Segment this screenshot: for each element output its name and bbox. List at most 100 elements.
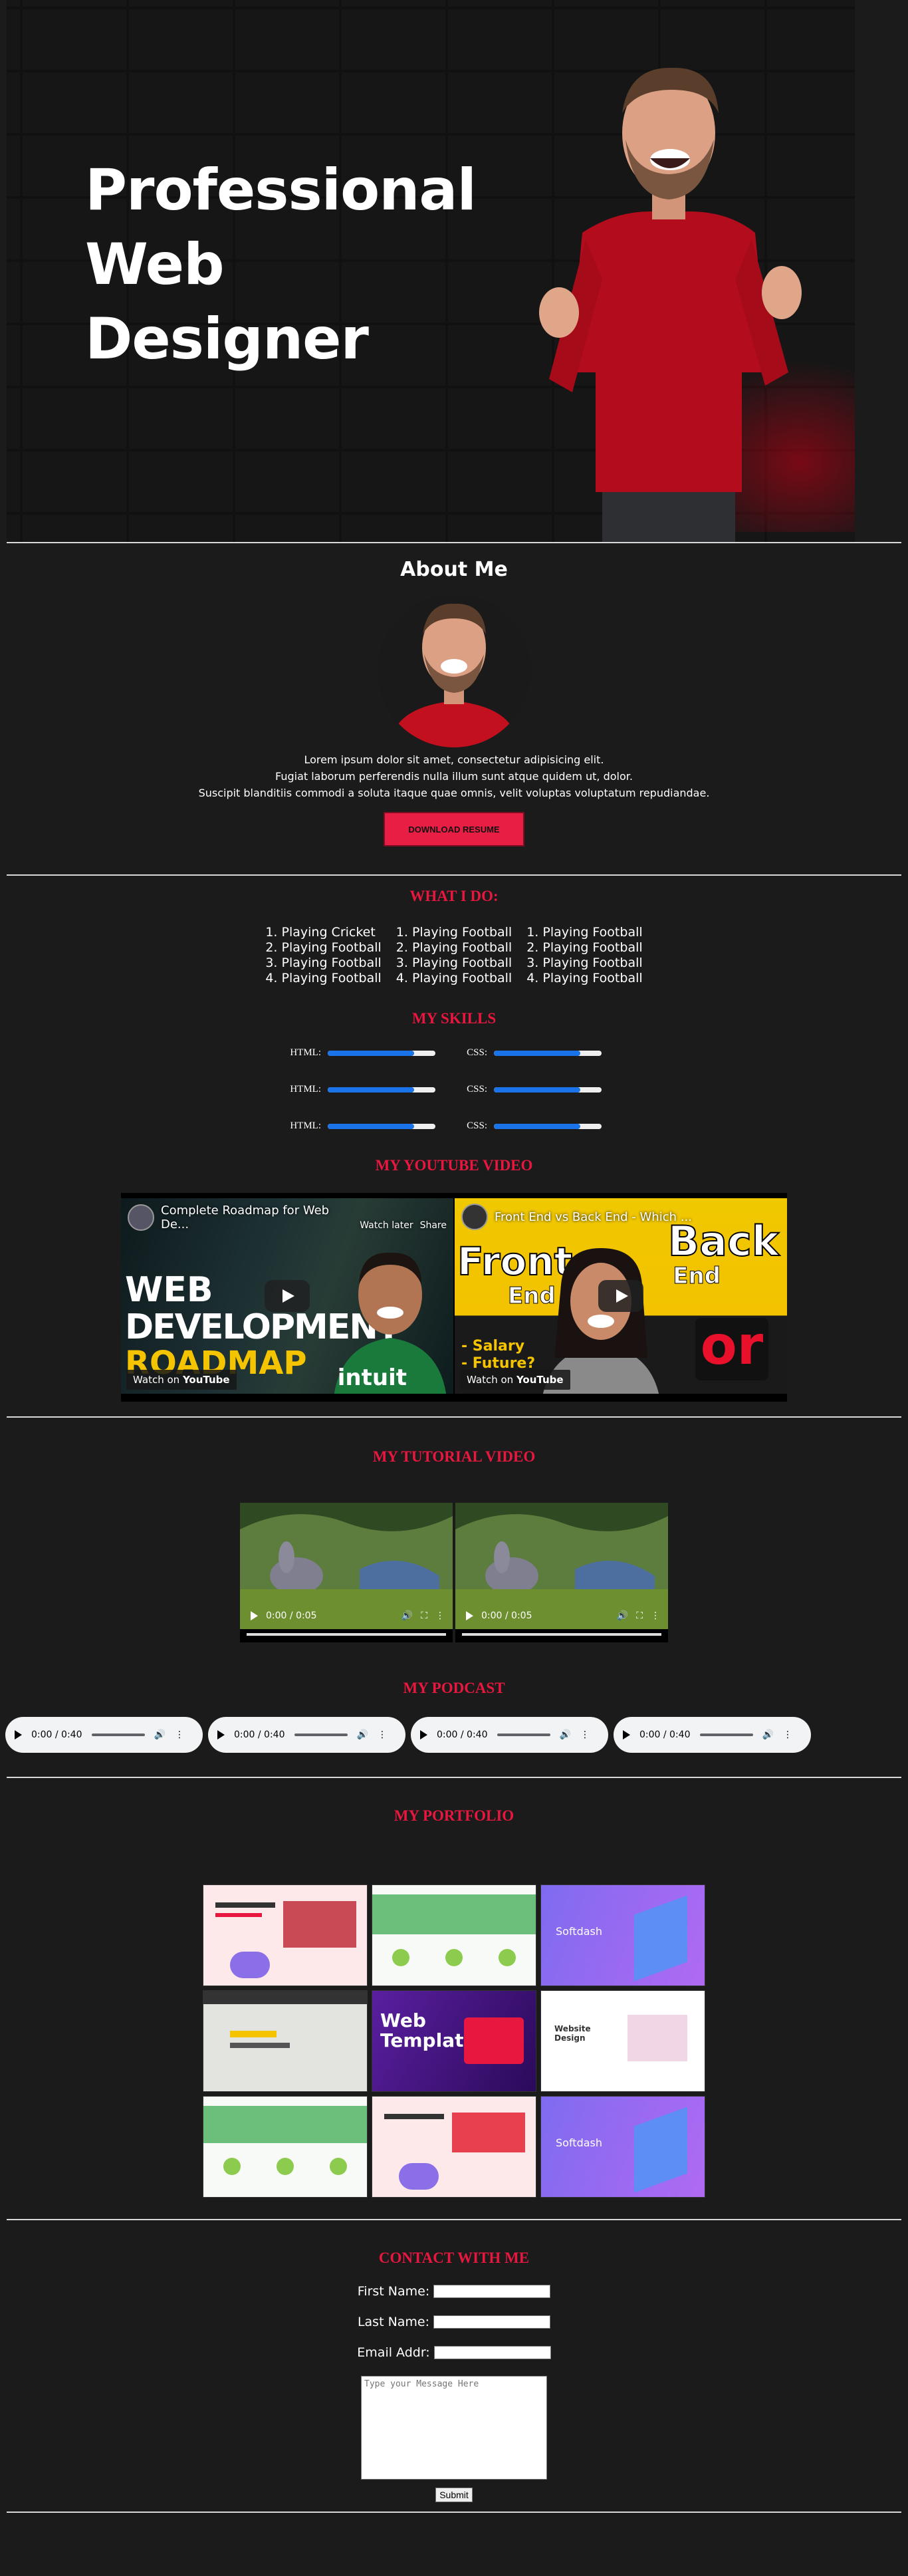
portfolio-item[interactable] bbox=[372, 1884, 536, 1986]
audio-seek-bar[interactable] bbox=[699, 1734, 753, 1736]
thumbnail-text: or bbox=[700, 1315, 764, 1376]
play-icon[interactable] bbox=[217, 1730, 225, 1739]
portfolio-item[interactable] bbox=[203, 2096, 368, 2198]
portfolio-label: Web Template bbox=[380, 2009, 477, 2051]
podcast-section: MY PODCAST 0:00 / 0:40 🔊 ⋮ 0:00 / 0:40 🔊… bbox=[0, 1680, 908, 1753]
skill-label: HTML: bbox=[290, 1084, 321, 1095]
skill-label: HTML: bbox=[290, 1120, 321, 1131]
play-icon[interactable] bbox=[15, 1730, 22, 1739]
list-item: 4. Playing Football bbox=[265, 971, 382, 985]
youtube-section: MY YOUTUBE VIDEO Complete Roadmap for We… bbox=[0, 1157, 908, 1402]
play-icon[interactable] bbox=[623, 1730, 630, 1739]
download-resume-button[interactable]: DOWNLOAD RESUME bbox=[384, 812, 524, 846]
portfolio-label: Softdash bbox=[556, 1925, 603, 1938]
youtube-play-button[interactable] bbox=[598, 1280, 643, 1312]
portfolio-item[interactable]: Softdash bbox=[540, 1884, 705, 1986]
thumbnail-text: End bbox=[673, 1263, 721, 1289]
skill-progress-fill bbox=[494, 1123, 580, 1129]
more-options-icon[interactable]: ⋮ bbox=[783, 1730, 792, 1740]
watch-on-label: Watch on bbox=[133, 1374, 180, 1386]
list-item: 2. Playing Football bbox=[396, 940, 512, 955]
submit-button[interactable]: Submit bbox=[435, 2488, 473, 2502]
message-field[interactable] bbox=[361, 2376, 547, 2480]
volume-icon[interactable]: 🔊 bbox=[617, 1610, 628, 1621]
play-icon[interactable] bbox=[251, 1611, 258, 1620]
play-icon[interactable] bbox=[466, 1611, 473, 1620]
share-button[interactable]: Share bbox=[420, 1220, 447, 1231]
more-options-icon[interactable]: ⋮ bbox=[435, 1610, 445, 1621]
portfolio-item[interactable]: Web Template bbox=[372, 1990, 536, 2092]
more-options-icon[interactable]: ⋮ bbox=[651, 1610, 660, 1621]
hero-title: Professional Web Designer bbox=[85, 153, 477, 376]
activity-list: 1. Playing Football 2. Playing Football … bbox=[526, 925, 642, 986]
hero-section: Professional Web Designer bbox=[7, 0, 855, 542]
list-item: 1. Playing Football bbox=[396, 925, 512, 940]
volume-icon[interactable]: 🔊 bbox=[401, 1610, 413, 1621]
skills-title: MY SKILLS bbox=[411, 1010, 497, 1027]
fullscreen-icon[interactable]: ⛶ bbox=[421, 1610, 427, 1621]
portfolio-item[interactable]: Softdash bbox=[540, 2096, 705, 2198]
hero-title-line: Designer bbox=[85, 306, 369, 372]
thumbnail-text: - Salary bbox=[461, 1338, 525, 1354]
last-name-field[interactable] bbox=[433, 2315, 551, 2329]
skill-progress-bar bbox=[494, 1087, 602, 1093]
more-options-icon[interactable]: ⋮ bbox=[175, 1730, 184, 1740]
skill-progress-bar bbox=[494, 1050, 602, 1056]
audio-player[interactable]: 0:00 / 0:40 🔊 ⋮ bbox=[411, 1717, 608, 1753]
skill-progress-fill bbox=[328, 1087, 414, 1093]
hero-title-line: Professional bbox=[85, 157, 477, 223]
first-name-field[interactable] bbox=[433, 2285, 551, 2298]
activity-list: 1. Playing Football 2. Playing Football … bbox=[396, 925, 512, 986]
video-progress-bar[interactable] bbox=[247, 1633, 446, 1636]
tutorial-title: MY TUTORIAL VIDEO bbox=[372, 1448, 536, 1465]
portfolio-section: MY PORTFOLIO Softdash Web Template Websi… bbox=[0, 1778, 908, 2198]
email-field[interactable] bbox=[433, 2346, 551, 2359]
portfolio-item[interactable] bbox=[372, 2096, 536, 2198]
list-item: 2. Playing Football bbox=[265, 940, 382, 955]
activity-list: 1. Playing Cricket 2. Playing Football 3… bbox=[265, 925, 381, 986]
portfolio-item[interactable] bbox=[203, 1884, 368, 1986]
more-options-icon[interactable]: ⋮ bbox=[580, 1730, 590, 1740]
more-options-icon[interactable]: ⋮ bbox=[378, 1730, 387, 1740]
watch-on-youtube-link[interactable]: Watch on YouTube bbox=[126, 1370, 237, 1390]
channel-avatar bbox=[461, 1204, 488, 1230]
volume-icon[interactable]: 🔊 bbox=[762, 1730, 774, 1740]
portfolio-item[interactable] bbox=[203, 1990, 368, 2092]
thumbnail-text: Back bbox=[667, 1217, 780, 1265]
volume-icon[interactable]: 🔊 bbox=[154, 1730, 166, 1740]
fullscreen-icon[interactable]: ⛶ bbox=[636, 1610, 643, 1621]
audio-seek-bar[interactable] bbox=[497, 1734, 550, 1736]
tutorial-video[interactable]: 0:00 / 0:05 🔊 ⛶ ⋮ bbox=[240, 1503, 453, 1642]
volume-icon[interactable]: 🔊 bbox=[560, 1730, 571, 1740]
play-icon[interactable] bbox=[420, 1730, 427, 1739]
portfolio-item[interactable]: Website Design bbox=[540, 1990, 705, 2092]
list-item: 3. Playing Football bbox=[526, 956, 643, 970]
audio-time: 0:00 / 0:40 bbox=[234, 1730, 285, 1740]
volume-icon[interactable]: 🔊 bbox=[357, 1730, 368, 1740]
podcast-title: MY PODCAST bbox=[403, 1680, 505, 1696]
audio-player[interactable]: 0:00 / 0:40 🔊 ⋮ bbox=[5, 1717, 203, 1753]
audio-player[interactable]: 0:00 / 0:40 🔊 ⋮ bbox=[614, 1717, 811, 1753]
watch-on-youtube-link[interactable]: Watch on YouTube bbox=[460, 1370, 570, 1390]
audio-player[interactable]: 0:00 / 0:40 🔊 ⋮ bbox=[208, 1717, 405, 1753]
form-row: Email Addr: bbox=[0, 2345, 908, 2360]
watch-later-button[interactable]: Watch later bbox=[360, 1220, 413, 1231]
skill-row: HTML: CSS: bbox=[0, 1120, 908, 1132]
audio-seek-bar[interactable] bbox=[91, 1734, 145, 1736]
divider bbox=[7, 2512, 901, 2513]
youtube-video-2[interactable]: Front End vs Back End - Which ... Front … bbox=[455, 1198, 787, 1394]
last-name-label: Last Name: bbox=[357, 2315, 430, 2329]
portfolio-title: MY PORTFOLIO bbox=[394, 1807, 514, 1824]
youtube-play-button[interactable] bbox=[265, 1280, 310, 1312]
skill-label: CSS: bbox=[467, 1047, 487, 1058]
video-progress-bar[interactable] bbox=[462, 1633, 661, 1636]
audio-time: 0:00 / 0:40 bbox=[639, 1730, 691, 1740]
tutorial-video[interactable]: 0:00 / 0:05 🔊 ⛶ ⋮ bbox=[455, 1503, 668, 1642]
skills-section: MY SKILLS HTML: CSS: HTML: CSS: HTML: CS… bbox=[0, 1010, 908, 1132]
about-title: About Me bbox=[400, 558, 508, 581]
what-i-do-title: WHAT I DO: bbox=[409, 888, 499, 904]
youtube-video-1[interactable]: Complete Roadmap for Web De... Watch lat… bbox=[121, 1198, 453, 1394]
form-row: First Name: bbox=[0, 2284, 908, 2299]
tutorial-section: MY TUTORIAL VIDEO 0:00 / 0:05 🔊 ⛶ ⋮ 0:00… bbox=[0, 1418, 908, 1642]
audio-seek-bar[interactable] bbox=[294, 1734, 348, 1736]
